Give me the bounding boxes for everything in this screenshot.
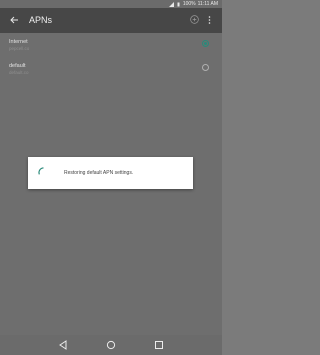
status-bar: 100% 11:11 AM (0, 0, 222, 8)
navigation-bar (0, 335, 222, 355)
apn-subtitle: pepcell.co (9, 46, 30, 51)
back-arrow-icon[interactable] (9, 15, 19, 25)
page-title: APNs (29, 15, 53, 25)
more-vert-icon[interactable] (207, 15, 212, 25)
list-item[interactable]: default default.co (0, 59, 222, 81)
spinner-icon (38, 167, 44, 175)
apn-subtitle: default.co (9, 70, 29, 75)
recents-nav-icon[interactable] (154, 340, 164, 350)
apn-radio[interactable] (202, 64, 209, 71)
clock: 11:11 AM (197, 1, 218, 7)
app-bar: APNs (0, 8, 222, 33)
status-icons: 100% 11:11 AM (168, 0, 218, 8)
signal-icon (168, 1, 174, 7)
apn-radio-selected[interactable] (202, 40, 209, 47)
home-nav-icon[interactable] (106, 340, 116, 350)
battery-icon (177, 2, 180, 6)
dialog-message: Restoring default APN settings. (64, 170, 134, 176)
add-icon[interactable] (190, 15, 199, 24)
battery-percent: 100% (182, 1, 196, 7)
list-item[interactable]: Internet pepcell.co (0, 35, 222, 57)
progress-dialog: Restoring default APN settings. (28, 157, 193, 189)
back-nav-icon[interactable] (58, 340, 68, 350)
apn-name: Internet (9, 39, 28, 45)
apn-name: default (9, 63, 26, 69)
